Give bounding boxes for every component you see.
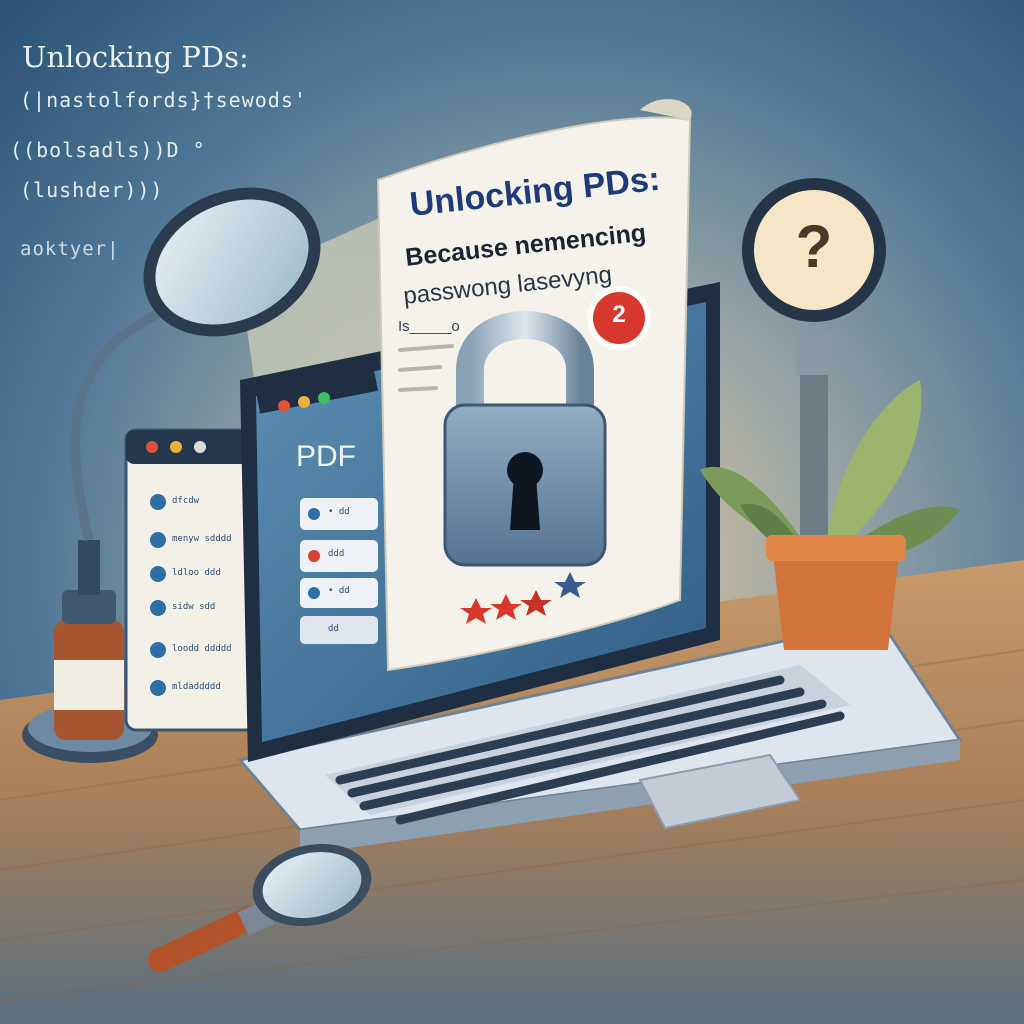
screen-minimize-dot[interactable] [298,396,310,408]
side-menu-label[interactable]: dfcdw [172,496,199,506]
screen-title: PDF [296,440,356,473]
screen-menu-label: • dd [328,507,350,517]
side-menu-label[interactable]: menyw sdddd [172,534,232,544]
screen-menu [300,498,378,644]
code-line-2: ((bolsadls))D ° [10,138,206,162]
side-menu-label[interactable]: ldloo ddd [172,568,221,578]
screen-close-dot[interactable] [278,400,290,412]
side-menu-label[interactable]: loodd ddddd [172,644,232,654]
document-small-text: Is_____o [398,318,460,335]
screen-menu-label: dd [328,624,339,634]
window-close-dot[interactable] [146,441,158,453]
window-minimize-dot[interactable] [170,441,182,453]
code-line-3: (lushder))) [20,178,164,202]
code-line-4: aoktyer| [20,238,120,260]
code-line-1: (|nastolfords}†sewods' [20,88,307,112]
screen-maximize-dot[interactable] [318,392,330,404]
window-maximize-dot[interactable] [194,441,206,453]
screen-menu-item[interactable] [300,616,378,644]
background-headline: Unlocking PDs: [22,40,249,74]
side-menu-label[interactable]: sidw sdd [172,602,215,612]
side-menu-label[interactable]: mldaddddd [172,682,221,692]
question-mark-icon: ? [795,213,833,280]
notification-count: 2 [612,301,626,328]
screen-menu-label: ddd [328,549,345,559]
screen-menu-label: • dd [328,586,350,596]
